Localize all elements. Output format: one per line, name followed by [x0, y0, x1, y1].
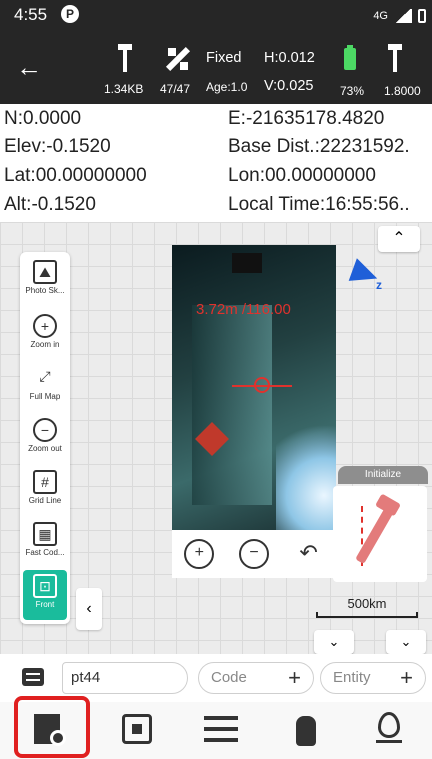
camera-undo-icon[interactable]: ↶ [294, 539, 324, 569]
tool-label: Zoom in [30, 340, 60, 349]
zoom-in-icon: + [33, 314, 57, 338]
tool-photo-sketch[interactable]: ⛰ Photo Sk... [20, 256, 70, 310]
photo-sketch-icon: ⛰ [33, 260, 57, 284]
measurement-readout: 3.72m /116.00 [196, 301, 291, 318]
carrier-icon: P [61, 5, 79, 23]
code-field[interactable]: Code + [198, 662, 314, 694]
local-time-value: Local Time:16:55:56.. [228, 194, 410, 215]
solution-status: Fixed [206, 50, 242, 66]
back-arrow-icon[interactable]: ← [16, 54, 42, 80]
crosshair-target [254, 377, 270, 393]
h-precision: H:0.012 [264, 50, 315, 66]
camera-view[interactable]: 3.72m /116.00 [172, 245, 336, 530]
add-entity-icon[interactable]: + [400, 665, 413, 691]
tool-label: Grid Line [28, 496, 62, 505]
location-pin-icon[interactable] [370, 710, 414, 750]
tap-collect-icon[interactable] [286, 710, 330, 750]
zoom-out-icon: − [33, 418, 57, 442]
antenna-icon[interactable] [118, 44, 132, 74]
add-code-icon[interactable]: + [288, 665, 301, 691]
front-icon: ⊡ [33, 574, 57, 598]
tool-label: Zoom out [28, 444, 62, 453]
initialize-label[interactable]: Initialize [338, 466, 428, 484]
v-precision: V:0.025 [264, 78, 314, 94]
expand-panel-button[interactable]: ‹ [76, 588, 102, 630]
satellite-icon[interactable] [164, 46, 192, 72]
signal-icon [394, 9, 412, 23]
list-icon[interactable] [22, 668, 44, 686]
battery-icon [344, 45, 356, 70]
point-name-input[interactable]: pt44 [62, 662, 188, 694]
base-dist-value: Base Dist.:22231592. [228, 136, 410, 157]
lon-value: Lon:00.00000000 [228, 165, 376, 186]
lat-value: Lat:00.00000000 [4, 165, 147, 186]
data-size: 1.34KB [104, 82, 144, 96]
antenna-height-icon[interactable] [388, 44, 402, 74]
battery-percent: 73% [340, 84, 365, 98]
point-list-icon[interactable] [202, 710, 246, 750]
tool-fast-code[interactable]: ▦ Fast Cod... [20, 518, 70, 572]
tool-label: Full Map [29, 392, 61, 401]
camera-zoom-in-icon[interactable]: + [184, 539, 215, 569]
grid-line-icon: # [33, 470, 57, 494]
point-input-row: pt44 Code + Entity + [0, 654, 432, 702]
collapse-info-button[interactable]: ⌃ [378, 226, 420, 252]
network-type: 4G [373, 10, 388, 22]
status-battery-icon [418, 9, 426, 23]
alt-value: Alt:-0.1520 [4, 194, 96, 215]
tool-full-map[interactable]: ⤢ Full Map [20, 362, 70, 416]
focus-point-icon[interactable] [118, 710, 162, 750]
camera-ceiling [232, 253, 262, 273]
satellite-count: 47/47 [160, 82, 191, 96]
entity-placeholder: Entity [333, 669, 371, 686]
tool-label: Front [35, 600, 55, 609]
tilt-pole-head-icon [374, 493, 402, 517]
code-placeholder: Code [211, 669, 247, 686]
antenna-height: 1.8000 [384, 84, 421, 98]
camera-wall [192, 305, 272, 505]
entity-field[interactable]: Entity + [320, 662, 426, 694]
gnss-toolbar: ← 1.34KB 47/47 Fixed Age:1.0 H:0.012 V:0… [0, 36, 432, 104]
camera-light [276, 415, 336, 530]
direction-arrow-icon: z [348, 258, 392, 298]
position-info-panel: N:0.0000 E:-21635178.4820 Elev:-0.1520 B… [0, 104, 432, 222]
camera-zoom-out-icon[interactable]: − [238, 539, 269, 569]
tool-label: Fast Cod... [25, 548, 65, 557]
map-tools-panel: ⛰ Photo Sk... + Zoom in ⤢ Full Map − Zoo… [20, 252, 70, 624]
camera-controls: + − ↶ [172, 530, 336, 578]
tilt-initialize-panel[interactable] [333, 486, 427, 582]
tool-front[interactable]: ⊡ Front [23, 570, 67, 620]
dropdown-left-button[interactable]: ⌄ [314, 630, 354, 654]
tool-label: Photo Sk... [25, 286, 65, 295]
full-map-icon: ⤢ [39, 368, 51, 384]
tool-grid-line[interactable]: # Grid Line [20, 466, 70, 520]
dropdown-right-button[interactable]: ⌄ [386, 630, 426, 654]
top-bar: 4:55 P 4G ← 1.34KB 47/47 Fixed Age:1.0 H… [0, 0, 432, 104]
elev-value: Elev:-0.1520 [4, 136, 111, 157]
fast-code-icon: ▦ [33, 522, 57, 546]
status-right: 4G [373, 9, 426, 23]
east-value: E:-21635178.4820 [228, 108, 385, 129]
tool-zoom-out[interactable]: − Zoom out [20, 414, 70, 468]
highlight-box [14, 696, 90, 758]
status-time: 4:55 [14, 5, 48, 24]
correction-age: Age:1.0 [206, 80, 248, 94]
scale-bar [316, 612, 418, 618]
status-bar: 4:55 P 4G [0, 0, 432, 36]
tool-zoom-in[interactable]: + Zoom in [20, 310, 70, 364]
north-value: N:0.0000 [4, 108, 82, 129]
